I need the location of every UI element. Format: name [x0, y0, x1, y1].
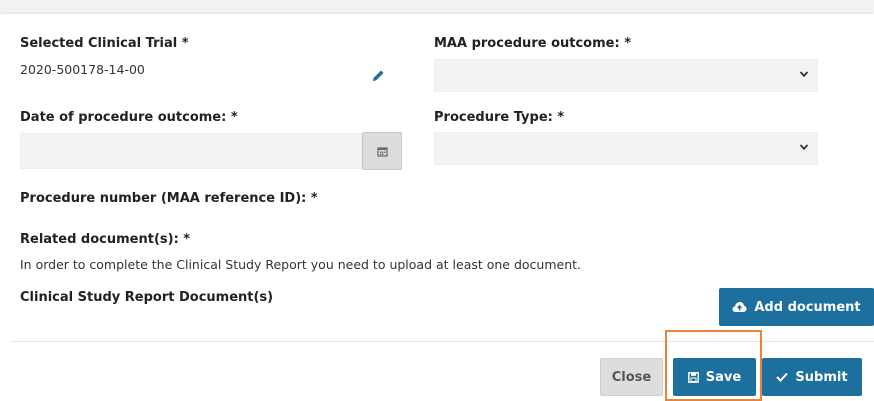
related-docs-label: Related document(s): *: [20, 232, 191, 247]
cloud-upload-icon: [732, 301, 747, 313]
csr-docs-label: Clinical Study Report Document(s): [20, 290, 274, 305]
chevron-down-icon: [799, 68, 809, 82]
submit-label: Submit: [795, 369, 848, 385]
date-outcome-input[interactable]: [20, 133, 362, 169]
date-outcome-label: Date of procedure outcome: *: [20, 110, 238, 125]
pencil-icon[interactable]: [372, 67, 385, 86]
submit-button[interactable]: Submit: [762, 358, 862, 396]
chevron-down-icon: [799, 141, 809, 155]
floppy-disk-icon: [687, 371, 699, 383]
maa-outcome-label: MAA procedure outcome: *: [434, 36, 631, 51]
add-document-button[interactable]: Add document: [719, 288, 874, 326]
clinical-study-report-modal: Selected Clinical Trial * 2020-500178-14…: [0, 14, 874, 401]
close-button[interactable]: Close: [600, 358, 663, 396]
procedure-number-label: Procedure number (MAA reference ID): *: [20, 191, 318, 206]
selected-trial-label: Selected Clinical Trial *: [20, 36, 189, 51]
selected-trial-value: 2020-500178-14-00: [20, 62, 145, 77]
checkmark-icon: [776, 372, 789, 382]
calendar-icon: [376, 142, 388, 161]
add-document-label: Add document: [754, 299, 861, 315]
procedure-type-label: Procedure Type: *: [434, 110, 565, 125]
footer-divider: [10, 341, 874, 342]
save-button[interactable]: Save: [673, 358, 756, 396]
procedure-type-select[interactable]: [434, 132, 818, 165]
close-label: Close: [611, 369, 652, 385]
save-label: Save: [705, 369, 742, 385]
calendar-button[interactable]: [362, 132, 402, 170]
maa-outcome-select[interactable]: [434, 59, 818, 92]
related-docs-help-text: In order to complete the Clinical Study …: [20, 257, 582, 272]
